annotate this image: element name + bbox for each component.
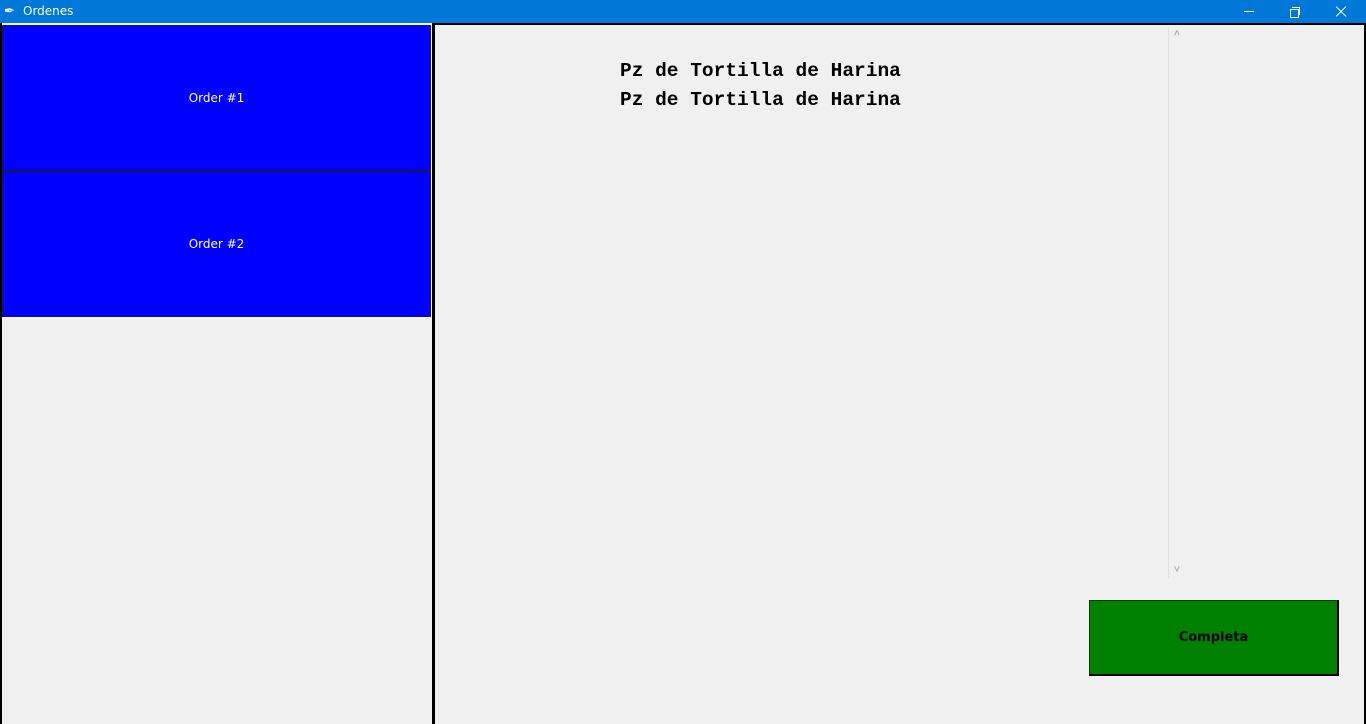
chevron-down-icon[interactable]: ˅ [1171,564,1183,576]
close-button[interactable] [1318,0,1364,23]
order-button-1[interactable]: Order #1 [2,25,431,171]
complete-button[interactable]: Completa [1089,600,1339,676]
order-button-label: Order #2 [188,237,245,251]
minimize-button[interactable] [1226,0,1272,23]
restore-button[interactable] [1272,0,1318,23]
chevron-up-icon[interactable]: ˄ [1171,28,1183,40]
title-bar: ✒ Ordenes [0,0,1366,23]
order-button-label: Order #1 [188,91,245,105]
scrollbar-track[interactable] [1168,27,1169,578]
detail-border-top [435,23,1366,25]
minimize-icon [1244,10,1254,12]
order-button-2[interactable]: Order #2 [2,171,431,317]
order-item-line: Pz de Tortilla de Harina [620,60,901,82]
restore-icon [1290,6,1300,18]
detail-scrollbar[interactable]: ˄ ˅ [1168,27,1185,578]
complete-button-label: Completa [1178,630,1249,645]
order-items-list: Pz de Tortilla de Harina Pz de Tortilla … [620,57,901,115]
close-icon [1335,6,1347,18]
window-title: Ordenes [23,4,74,18]
feather-icon: ✒ [4,3,15,18]
order-item-line: Pz de Tortilla de Harina [620,89,901,111]
